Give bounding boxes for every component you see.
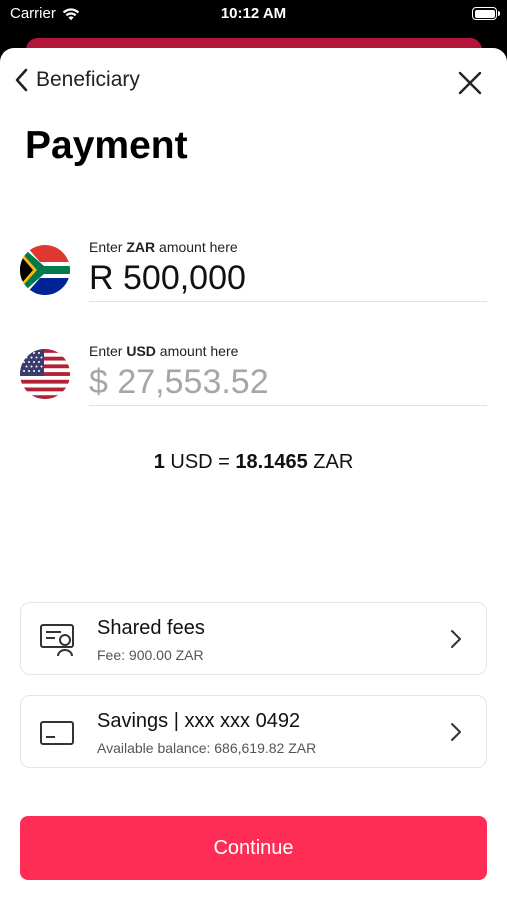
usd-label-prefix: Enter <box>89 343 127 359</box>
status-time: 10:12 AM <box>220 5 287 22</box>
exchange-rate: 1 USD = 18.1465 ZAR <box>0 451 507 474</box>
chevron-right-icon <box>451 630 461 648</box>
usa-flag-icon <box>20 349 70 399</box>
back-button[interactable]: Beneficiary <box>14 68 140 92</box>
account-option-card[interactable]: Savings | xxx xxx 0492 Available balance… <box>20 695 487 768</box>
rate-from-amount: 1 <box>153 451 165 473</box>
zar-label-prefix: Enter <box>89 239 127 255</box>
rate-from-currency: USD = <box>164 451 236 473</box>
usd-amount-field[interactable]: Enter USD amount here $ 27,553.52 <box>89 343 487 406</box>
fees-option-card[interactable]: Shared fees Fee: 900.00 ZAR <box>20 602 487 675</box>
payment-sheet: Beneficiary Payment Enter ZAR amount her… <box>0 48 507 900</box>
usd-amount-label: Enter USD amount here <box>89 343 238 359</box>
card-icon <box>40 721 74 745</box>
zar-label-suffix: amount here <box>155 239 238 255</box>
chevron-right-icon <box>451 723 461 741</box>
zar-amount-field[interactable]: Enter ZAR amount here R 500,000 <box>89 239 487 302</box>
continue-button[interactable]: Continue <box>20 816 487 880</box>
zar-amount-input[interactable]: R 500,000 <box>89 259 487 298</box>
status-bar: Carrier 10:12 AM <box>0 0 507 30</box>
rate-to-amount: 18.1465 <box>235 451 308 473</box>
zar-currency-code: ZAR <box>126 239 156 255</box>
account-option-title: Savings | xxx xxx 0492 <box>97 710 301 732</box>
close-icon <box>458 71 482 95</box>
fees-option-title: Shared fees <box>97 617 205 639</box>
usd-label-suffix: amount here <box>155 343 239 359</box>
zar-amount-label: Enter ZAR amount here <box>89 239 238 255</box>
chevron-left-icon <box>15 68 28 92</box>
south-africa-flag-icon <box>20 245 70 295</box>
account-option-subtitle: Available balance: 686,619.82 ZAR <box>97 740 317 756</box>
back-label: Beneficiary <box>36 68 140 91</box>
fee-certificate-icon <box>40 624 74 657</box>
close-button[interactable] <box>457 70 483 96</box>
usd-amount-input[interactable]: $ 27,553.52 <box>89 363 487 402</box>
usd-currency-code: USD <box>126 343 156 359</box>
zar-amount-row: Enter ZAR amount here R 500,000 <box>20 239 487 309</box>
rate-to-currency: ZAR <box>307 451 354 473</box>
fees-option-subtitle: Fee: 900.00 ZAR <box>97 647 204 663</box>
page-title: Payment <box>25 124 188 167</box>
usd-amount-row: Enter USD amount here $ 27,553.52 <box>20 343 487 413</box>
battery-icon <box>472 7 500 20</box>
